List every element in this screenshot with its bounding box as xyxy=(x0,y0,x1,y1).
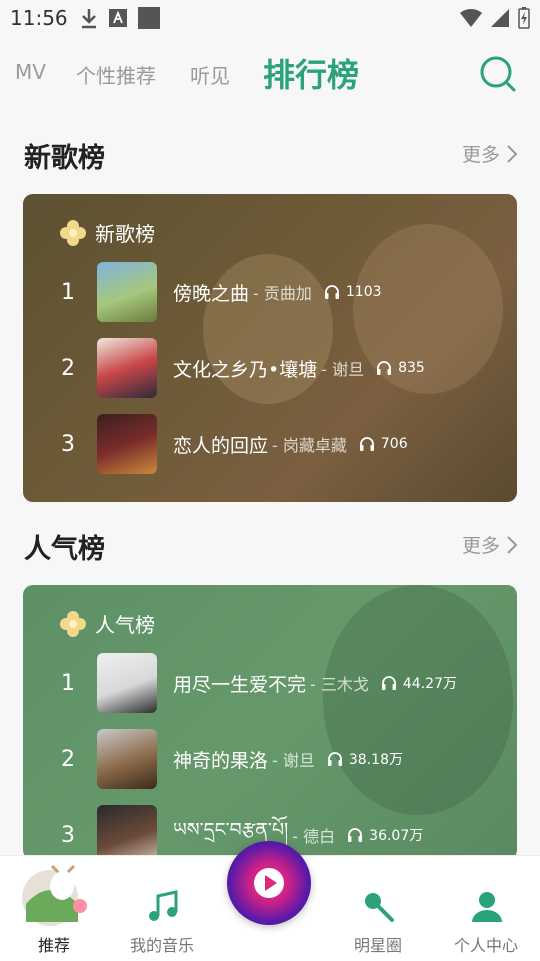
card-header: 新歌榜 xyxy=(59,218,155,247)
play-count-value: 835 xyxy=(398,360,425,376)
tab-charts[interactable]: 排行榜 xyxy=(263,50,359,96)
microphone-icon xyxy=(365,893,394,922)
artist-name: - 三木戈 xyxy=(310,675,369,694)
play-count-value: 36.07万 xyxy=(369,828,424,844)
tab-label: 明星圈 xyxy=(353,936,402,955)
song-title: 傍晚之曲 xyxy=(173,282,250,305)
more-label: 更多 xyxy=(461,144,500,166)
artist-name: - 谢旦 xyxy=(321,360,365,379)
status-time: 11:56 xyxy=(10,6,68,30)
font-icon xyxy=(109,9,127,27)
play-count-value: 706 xyxy=(380,436,408,452)
album-cover xyxy=(97,262,157,322)
headphones-icon xyxy=(348,828,363,842)
chevron-right-icon xyxy=(507,144,518,163)
headphones-icon xyxy=(327,752,342,766)
artist-name: - 岗藏卓藏 xyxy=(272,436,347,455)
headphones-icon xyxy=(324,285,339,299)
album-cover xyxy=(97,414,157,474)
section-title-new: 新歌榜 xyxy=(24,143,105,174)
card-header: 人气榜 xyxy=(59,609,155,638)
tab-mv[interactable]: MV xyxy=(15,60,46,84)
popular-songs-card[interactable]: 人气榜 1 用尽一生爱不完 - 三木戈 44.27万 2 神奇的果洛 - 谢旦 … xyxy=(23,585,517,860)
chart-row[interactable]: 1 用尽一生爱不完 - 三木戈 44.27万 xyxy=(23,653,517,713)
top-nav: MV 个性推荐 听见 排行榜 xyxy=(0,40,540,110)
play-count-value: 38.18万 xyxy=(348,752,403,768)
play-count: 36.07万 xyxy=(347,825,423,845)
headphones-icon xyxy=(359,437,374,451)
tab-listen[interactable]: 听见 xyxy=(190,60,230,89)
music-note-icon xyxy=(149,890,178,921)
play-icon xyxy=(254,868,284,898)
tab-label: 我的音乐 xyxy=(129,936,194,955)
tab-label: 推荐 xyxy=(37,936,70,955)
search-icon[interactable] xyxy=(478,54,518,94)
battery-icon xyxy=(518,7,530,29)
system-icons xyxy=(460,7,530,29)
flower-icon xyxy=(60,219,86,246)
wifi-icon xyxy=(460,8,482,27)
tab-label: 个人中心 xyxy=(453,936,518,955)
tab-recommend[interactable]: 个性推荐 xyxy=(76,60,156,89)
album-cover xyxy=(97,729,157,789)
play-count-value: 44.27万 xyxy=(402,676,457,692)
download-icon xyxy=(82,9,96,29)
play-count: 1103 xyxy=(324,284,382,300)
goat-mascot-icon xyxy=(22,864,87,926)
status-bar: 11:56 xyxy=(0,0,540,36)
now-playing-button[interactable] xyxy=(227,841,311,925)
album-cover xyxy=(97,338,157,398)
song-title: 用尽一生爱不完 xyxy=(173,673,307,696)
notification-icons xyxy=(80,7,160,29)
album-cover xyxy=(97,805,157,860)
song-title: 神奇的果洛 xyxy=(173,749,269,772)
card-title: 人气榜 xyxy=(95,613,155,637)
more-hot-button[interactable]: 更多 xyxy=(462,531,518,558)
play-count: 44.27万 xyxy=(381,673,457,693)
artist-name: - 谢旦 xyxy=(272,751,315,770)
play-count: 835 xyxy=(376,360,425,376)
headphones-icon xyxy=(377,361,392,375)
square-icon xyxy=(138,7,160,29)
section-title-hot: 人气榜 xyxy=(24,534,105,565)
song-title: 文化之乡乃•壤塘 xyxy=(173,358,318,381)
artist-name: - 德白 xyxy=(292,827,336,846)
play-count: 38.18万 xyxy=(327,749,403,769)
chart-row[interactable]: 2 神奇的果洛 - 谢旦 38.18万 xyxy=(23,729,517,789)
flower-icon xyxy=(60,610,86,637)
new-songs-card[interactable]: 新歌榜 1 傍晚之曲 - 贡曲加 1103 2 文化之乡乃•壤塘 - 谢旦 83… xyxy=(23,194,517,502)
more-label: 更多 xyxy=(461,535,500,557)
headphones-icon xyxy=(381,676,396,690)
song-title: 恋人的回应 xyxy=(173,434,269,457)
bottom-tab-bar: 推荐 我的音乐 明星圈 个人中心 xyxy=(0,841,540,961)
chart-row[interactable]: 1 傍晚之曲 - 贡曲加 1103 xyxy=(23,262,517,322)
play-count-value: 1103 xyxy=(345,284,382,300)
chevron-right-icon xyxy=(507,535,518,554)
artist-name: - 贡曲加 xyxy=(253,284,312,303)
album-cover xyxy=(97,653,157,713)
user-icon xyxy=(472,892,502,922)
more-new-button[interactable]: 更多 xyxy=(462,140,518,167)
signal-icon xyxy=(491,9,509,27)
chart-row[interactable]: 2 文化之乡乃•壤塘 - 谢旦 835 xyxy=(23,338,517,398)
play-count: 706 xyxy=(359,436,408,452)
card-title: 新歌榜 xyxy=(95,222,155,246)
chart-row[interactable]: 3 恋人的回应 - 岗藏卓藏 706 xyxy=(23,414,517,474)
